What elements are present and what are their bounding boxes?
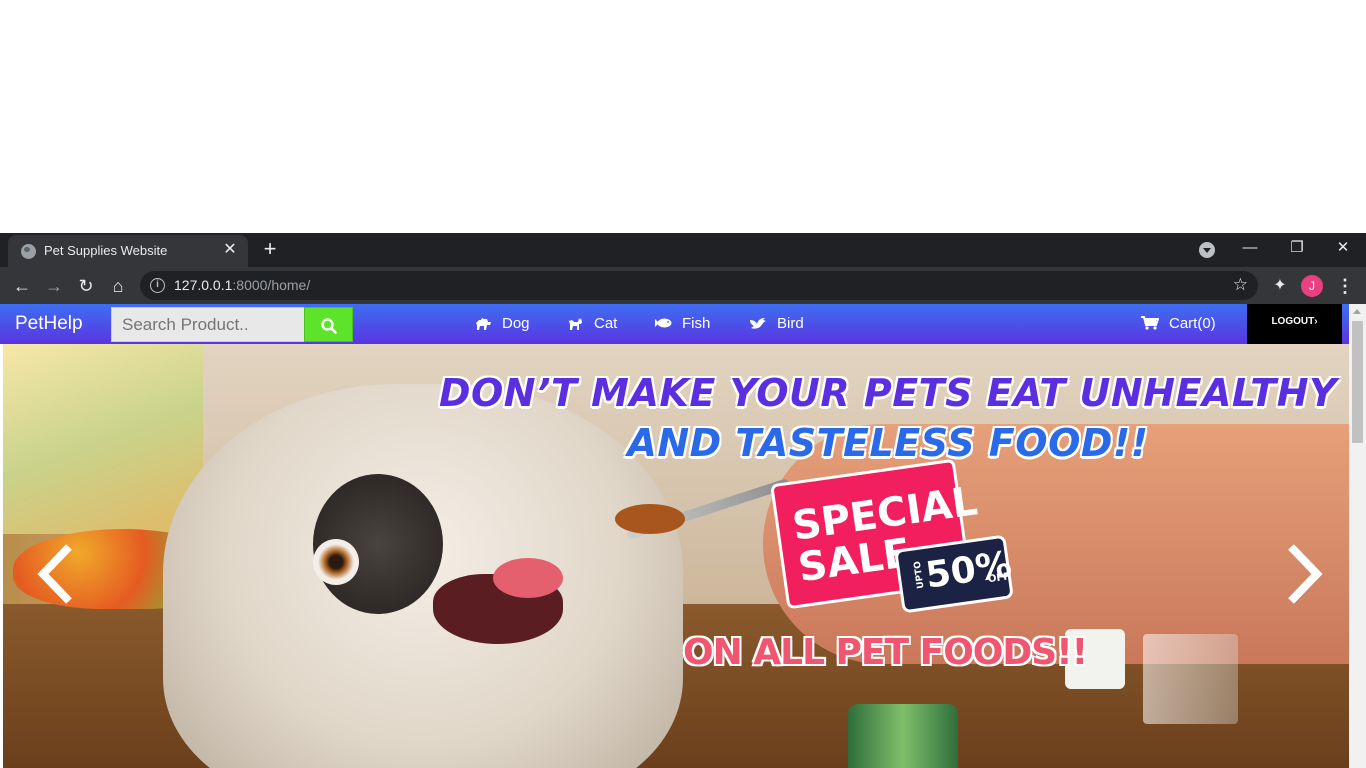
bird-icon [750,318,766,329]
banner-spoon-food [615,504,685,534]
banner-headline: DON’T MAKE YOUR PETS EAT UNHEALTHY AND T… [423,368,1349,468]
banner-window-backdrop [3,344,203,534]
search-button[interactable] [304,307,353,342]
home-icon[interactable]: ⌂ [106,274,130,298]
site-navbar: PetHelp Dog Cat Fish [0,304,1349,344]
banner-subline: ON ALL PET FOODS!! [683,632,1088,673]
chevron-left-icon [37,544,72,604]
cart-icon [1141,316,1159,330]
cat-icon [568,318,582,330]
banner-food-can [848,704,958,768]
forward-icon[interactable]: → [42,274,66,298]
minimize-icon[interactable]: — [1230,236,1270,260]
discount-percent: 50% [923,544,1015,597]
tab-search-icon[interactable] [1199,242,1215,258]
site-brand[interactable]: PetHelp [15,313,83,335]
logout-button[interactable]: LOGOUT› [1247,304,1342,344]
nav-link-fish[interactable]: Fish [654,315,710,335]
nav-link-dog[interactable]: Dog [474,315,530,335]
url-text[interactable]: 127.0.0.1:8000/home/ [174,277,310,293]
chevron-right-icon: › [1314,316,1318,327]
page-scrollbar[interactable] [1349,304,1366,768]
tab-title: Pet Supplies Website [44,243,168,258]
banner-dog-tongue [493,558,563,598]
window-close-icon[interactable]: ✕ [1323,236,1363,260]
profile-avatar[interactable]: J [1301,275,1323,297]
carousel-banner: DON’T MAKE YOUR PETS EAT UNHEALTHY AND T… [3,344,1349,768]
nav-link-bird[interactable]: Bird [749,315,804,335]
browser-tabstrip: Pet Supplies Website ✕ [0,233,1366,267]
tab-close-icon[interactable]: ✕ [220,240,240,260]
blank-area [0,0,1366,233]
bookmark-star-icon[interactable]: ☆ [1233,275,1248,295]
reload-icon[interactable]: ↻ [74,274,98,298]
fish-icon [655,318,672,328]
banner-dog-eye [313,539,359,585]
browser-tab[interactable]: Pet Supplies Website ✕ [8,235,248,267]
carousel-next-button[interactable] [1281,539,1327,609]
headline-line-1: DON’T MAKE YOUR PETS EAT UNHEALTHY [438,371,1338,415]
scrollbar-thumb[interactable] [1352,321,1363,443]
chevron-right-icon [1288,544,1323,604]
dog-icon [476,318,491,330]
address-bar[interactable]: i 127.0.0.1:8000/home/ ☆ [140,271,1258,300]
scroll-up-icon[interactable] [1353,309,1361,314]
restore-icon[interactable]: ❐ [1277,236,1317,260]
carousel-prev-button[interactable] [33,539,79,609]
banner-glasses [1143,634,1238,724]
browser-menu-icon[interactable]: ⋮ [1336,274,1354,298]
info-icon[interactable]: i [150,278,165,293]
back-icon[interactable]: ← [10,274,34,298]
headline-line-2: AND TASTELESS FOOD!! [627,421,1149,465]
nav-link-cat[interactable]: Cat [566,315,617,335]
globe-icon [21,244,36,259]
nav-link-cart[interactable]: Cart(0) [1141,315,1216,335]
extensions-icon[interactable]: ✦ [1270,276,1290,296]
new-tab-icon[interactable]: + [258,238,282,262]
page-viewport: PetHelp Dog Cat Fish [0,304,1366,768]
search-icon [321,318,337,334]
search-input[interactable] [111,307,305,342]
